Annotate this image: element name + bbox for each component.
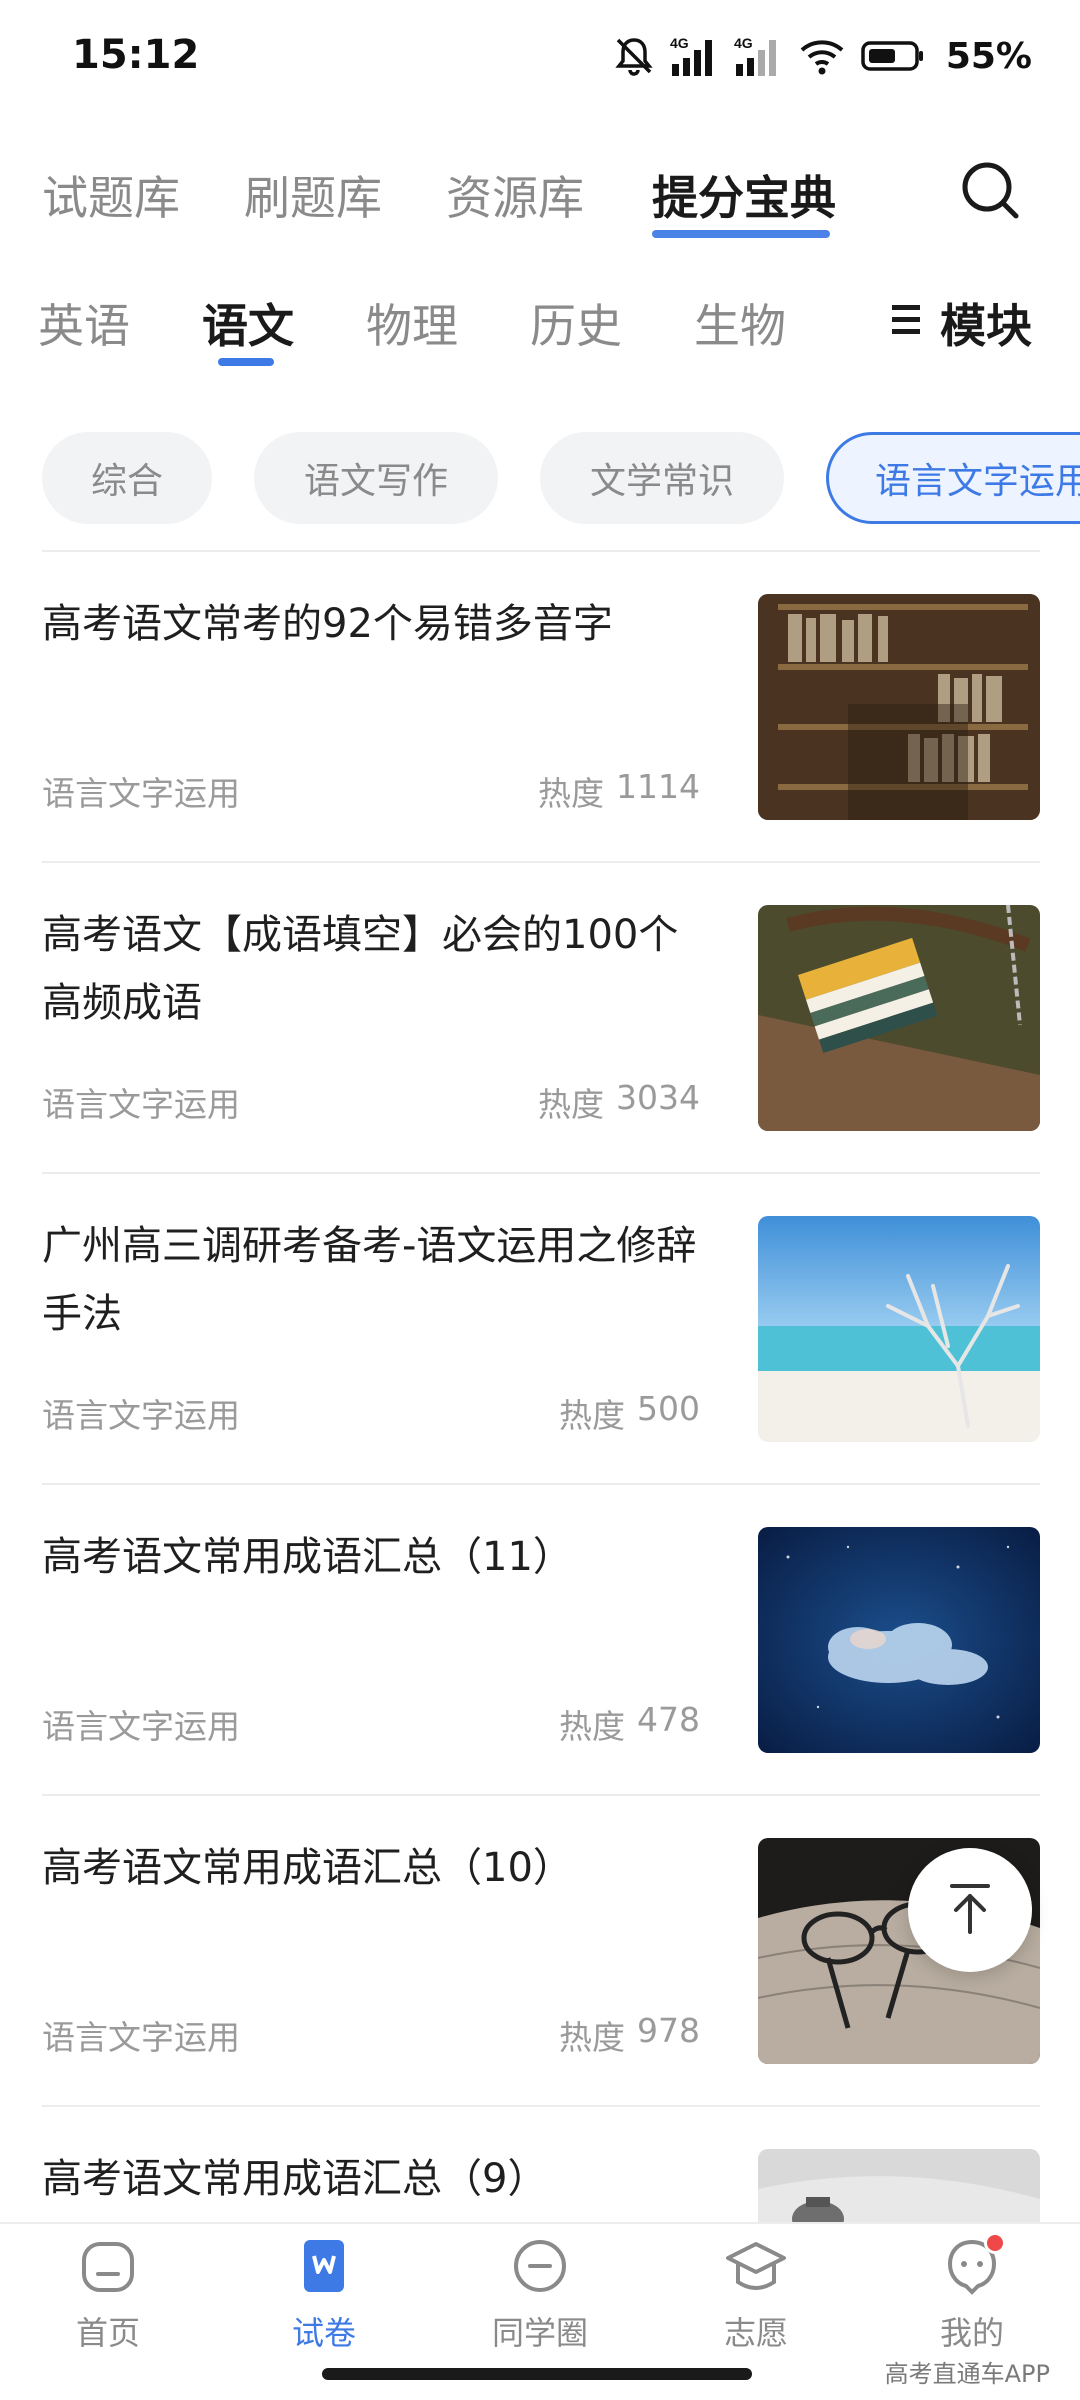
list-item[interactable]: 高考语文常用成语汇总（10） 语言文字运用 热度 978 [0,1796,1080,2107]
module-button[interactable]: 模块 [890,290,1032,356]
subject-tab-english[interactable]: 英语 [38,290,130,356]
chip-literature[interactable]: 文学常识 [540,432,784,524]
nav-papers[interactable]: 试卷 [254,2234,394,2364]
article-heat: 热度 1114 [538,767,700,815]
active-tab-indicator [652,230,830,238]
home-icon [76,2234,140,2298]
arrow-up-icon [938,1876,1002,1944]
article-title: 广州高三调研考备考-语文运用之修辞手法 [42,1223,697,1337]
article-category: 语言文字运用 [42,1085,240,1124]
article-category: 语言文字运用 [42,2018,240,2057]
signal-icon: 4G [734,34,784,78]
night-cloud-image [758,1527,1040,1753]
heat-label: 热度 [538,774,605,813]
subject-tab-chinese[interactable]: 语文 [202,290,294,356]
watermark: 高考直通车APP [884,2360,1050,2388]
subject-tab-history[interactable]: 历史 [530,290,622,356]
article-title: 高考语文常用成语汇总（11） [42,1534,573,1580]
nav-label: 志愿 [723,2314,788,2352]
article-category: 语言文字运用 [42,1707,240,1746]
nav-label: 我的 [939,2314,1004,2352]
beach-tree-image [758,1216,1040,1442]
article-title: 高考语文【成语填空】必会的100个高频成语 [42,912,679,1026]
list-item[interactable]: 高考语文常用成语汇总（11） 语言文字运用 热度 478 [0,1485,1080,1796]
paper-icon [292,2234,356,2298]
article-category: 语言文字运用 [42,774,240,813]
graduation-cap-icon [724,2234,788,2298]
nav-label: 首页 [75,2314,140,2352]
search-icon [956,162,1026,230]
list-item[interactable]: 广州高三调研考备考-语文运用之修辞手法 语言文字运用 热度 500 [0,1174,1080,1485]
menu-icon [890,296,922,350]
home-indicator[interactable] [322,2368,752,2380]
article-heat: 热度 478 [559,1700,700,1748]
article-heat: 热度 978 [559,2011,700,2059]
notification-badge [984,2232,1006,2254]
article-title: 高考语文常用成语汇总（9） [42,2156,548,2202]
tab-question-bank[interactable]: 试题库 [42,162,180,228]
list-item[interactable]: 高考语文【成语填空】必会的100个高频成语 语言文字运用 热度 3034 [0,863,1080,1174]
heat-value: 500 [637,1389,700,1428]
subject-tab-biology[interactable]: 生物 [694,290,786,356]
top-tab-bar: 试题库 刷题库 资源库 提分宝典 [0,150,1080,250]
search-button[interactable] [956,156,1026,226]
chip-writing[interactable]: 语文写作 [254,432,498,524]
heat-label: 热度 [559,1707,625,1746]
subject-tab-indicator [218,358,274,366]
nav-profile[interactable]: 我的 [902,2232,1042,2364]
tab-score-boost[interactable]: 提分宝典 [652,162,836,228]
heat-value: 1114 [616,767,700,806]
article-title: 高考语文常用成语汇总（10） [42,1845,573,1891]
back-to-top-button[interactable] [908,1848,1032,1972]
status-bar: 15:12 4G 4G 55% [0,0,1080,118]
heat-label: 热度 [559,2018,625,2057]
module-label: 模块 [940,299,1032,353]
signal-icon: 4G [670,34,720,78]
list-item[interactable]: 高考语文常考的92个易错多音字 语言文字运用 热度 1114 [0,552,1080,863]
books-on-swing-image [758,905,1040,1131]
mute-bell-icon [612,34,656,78]
signal-type-1: 4G [670,35,689,51]
status-icons: 4G 4G 55% [612,30,1032,82]
nav-label: 试卷 [291,2314,356,2352]
bookshelf-image [758,594,1040,820]
signal-type-2: 4G [734,35,753,51]
heat-value: 478 [637,1700,700,1739]
tab-practice-bank[interactable]: 刷题库 [244,162,382,228]
nav-home[interactable]: 首页 [38,2234,178,2364]
subject-tab-bar: 英语 语文 物理 历史 生物 模块 [0,280,1080,380]
article-heat: 热度 3034 [538,1078,700,1126]
chip-general[interactable]: 综合 [42,432,212,524]
chip-language-use[interactable]: 语言文字运用 [826,432,1080,524]
nav-volunteer[interactable]: 志愿 [686,2234,826,2364]
article-category: 语言文字运用 [42,1396,240,1435]
heat-label: 热度 [559,1396,625,1435]
wifi-icon [798,34,846,78]
heat-value: 3034 [616,1078,700,1117]
subject-tab-physics[interactable]: 物理 [366,290,458,356]
category-chips: 综合 语文写作 文学常识 语言文字运用 [0,432,1080,528]
battery-percent: 55% [945,35,1032,77]
nav-label: 同学圈 [491,2314,588,2352]
heat-label: 热度 [538,1085,605,1124]
heat-value: 978 [637,2011,700,2050]
battery-icon [860,34,926,78]
article-heat: 热度 500 [559,1389,700,1437]
tab-resource-bank[interactable]: 资源库 [446,162,584,228]
nav-classmates[interactable]: 同学圈 [470,2234,610,2364]
chat-icon [508,2234,572,2298]
status-time: 15:12 [72,32,200,78]
article-title: 高考语文常考的92个易错多音字 [42,601,613,647]
